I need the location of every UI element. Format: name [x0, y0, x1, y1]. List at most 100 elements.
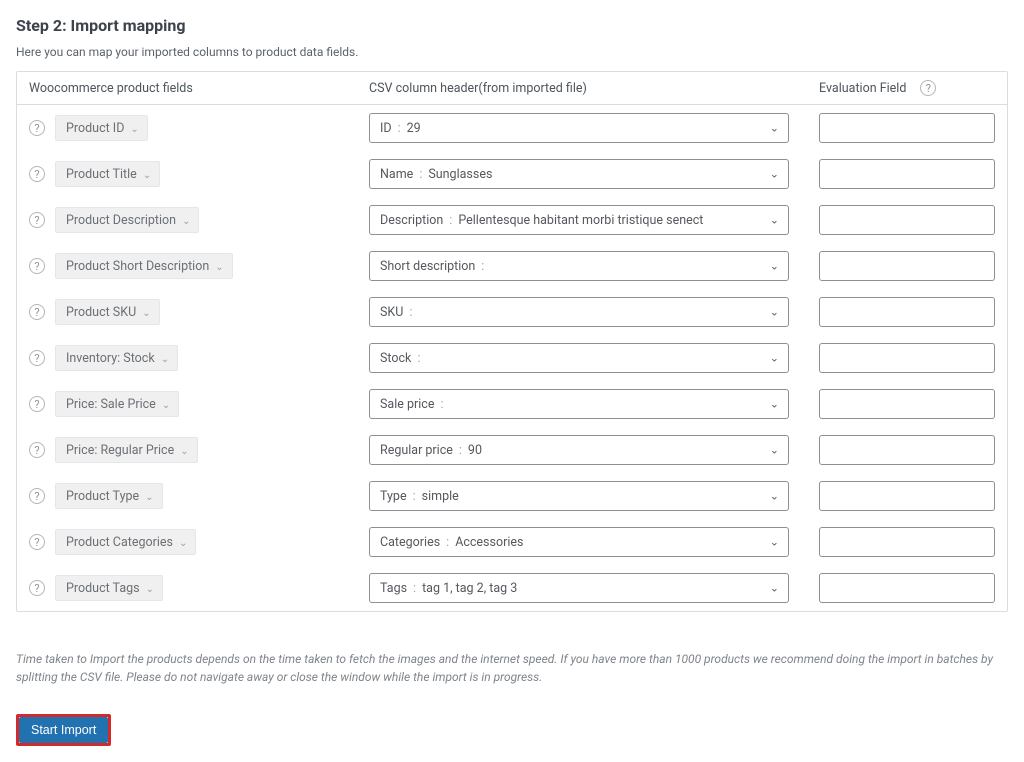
separator: :	[449, 213, 452, 228]
evaluation-field-input[interactable]	[819, 389, 995, 419]
intro-text: Here you can map your imported columns t…	[16, 45, 1008, 59]
separator: :	[481, 259, 484, 274]
evaluation-field-input[interactable]	[819, 343, 995, 373]
csv-column-value: 29	[407, 121, 421, 136]
csv-column-label: ID	[380, 121, 392, 136]
evaluation-field-input[interactable]	[819, 527, 995, 557]
product-field-label: Inventory: Stock	[66, 351, 155, 366]
table-row: ? Price: Regular Price ⌄ Regular price :…	[17, 427, 1007, 473]
help-icon[interactable]: ?	[29, 396, 45, 412]
help-icon[interactable]: ?	[920, 80, 936, 96]
csv-column-select[interactable]: Tags : tag 1, tag 2, tag 3 ⌄	[369, 573, 789, 603]
table-row: ? Product Description ⌄ Description : Pe…	[17, 197, 1007, 243]
product-field-select[interactable]: Product Type ⌄	[55, 483, 163, 509]
separator: :	[413, 489, 416, 504]
separator: :	[459, 443, 462, 458]
help-icon[interactable]: ?	[29, 304, 45, 320]
chevron-down-icon: ⌄	[182, 216, 190, 227]
table-row: ? Product SKU ⌄ SKU : ⌄	[17, 289, 1007, 335]
product-field-label: Price: Sale Price	[66, 397, 156, 412]
csv-column-value: Pellentesque habitant morbi tristique se…	[458, 213, 703, 228]
table-row: ? Product Short Description ⌄ Short desc…	[17, 243, 1007, 289]
chevron-down-icon: ⌄	[146, 584, 154, 595]
csv-column-select[interactable]: Sale price : ⌄	[369, 389, 789, 419]
help-icon[interactable]: ?	[29, 442, 45, 458]
start-import-highlight: Start Import	[16, 714, 111, 746]
csv-column-value: Accessories	[455, 535, 523, 550]
help-icon[interactable]: ?	[29, 580, 45, 596]
product-field-select[interactable]: Product Description ⌄	[55, 207, 199, 233]
separator: :	[409, 305, 412, 320]
help-icon[interactable]: ?	[29, 350, 45, 366]
csv-column-label: Stock	[380, 351, 411, 366]
product-field-label: Product Description	[66, 213, 176, 228]
chevron-down-icon: ⌄	[179, 538, 187, 549]
help-icon[interactable]: ?	[29, 258, 45, 274]
header-csv: CSV column header(from imported file)	[369, 81, 819, 96]
step-title: Step 2: Import mapping	[16, 16, 1008, 35]
table-row: ? Product Categories ⌄ Categories : Acce…	[17, 519, 1007, 565]
help-icon[interactable]: ?	[29, 120, 45, 136]
evaluation-field-input[interactable]	[819, 113, 995, 143]
evaluation-field-input[interactable]	[819, 481, 995, 511]
table-row: ? Inventory: Stock ⌄ Stock : ⌄	[17, 335, 1007, 381]
evaluation-field-input[interactable]	[819, 297, 995, 327]
csv-column-select[interactable]: Categories : Accessories ⌄	[369, 527, 789, 557]
table-row: ? Product ID ⌄ ID : 29 ⌄	[17, 105, 1007, 151]
help-icon[interactable]: ?	[29, 534, 45, 550]
evaluation-field-input[interactable]	[819, 205, 995, 235]
csv-column-select[interactable]: Type : simple ⌄	[369, 481, 789, 511]
product-field-select[interactable]: Product SKU ⌄	[55, 299, 160, 325]
chevron-down-icon: ⌄	[143, 170, 151, 181]
csv-column-select[interactable]: ID : 29 ⌄	[369, 113, 789, 143]
product-field-select[interactable]: Price: Regular Price ⌄	[55, 437, 198, 463]
start-import-button[interactable]: Start Import	[19, 717, 108, 743]
csv-column-select[interactable]: Regular price : 90 ⌄	[369, 435, 789, 465]
table-row: ? Product Type ⌄ Type : simple ⌄	[17, 473, 1007, 519]
separator: :	[446, 535, 449, 550]
csv-column-select[interactable]: SKU : ⌄	[369, 297, 789, 327]
product-field-label: Product ID	[66, 121, 124, 136]
csv-column-value: simple	[422, 489, 459, 504]
help-icon[interactable]: ?	[29, 166, 45, 182]
csv-column-label: Categories	[380, 535, 440, 550]
separator: :	[413, 581, 416, 596]
csv-column-select[interactable]: Short description : ⌄	[369, 251, 789, 281]
product-field-select[interactable]: Product ID ⌄	[55, 115, 148, 141]
product-field-select[interactable]: Product Short Description ⌄	[55, 253, 233, 279]
csv-column-select[interactable]: Description : Pellentesque habitant morb…	[369, 205, 789, 235]
mapping-table: Woocommerce product fields CSV column he…	[16, 71, 1008, 612]
product-field-label: Product SKU	[66, 305, 136, 320]
import-note: Time taken to Import the products depend…	[16, 650, 1008, 686]
header-eval: Evaluation Field	[819, 81, 906, 96]
csv-column-label: SKU	[380, 305, 403, 320]
product-field-select[interactable]: Product Tags ⌄	[55, 575, 163, 601]
product-field-label: Product Short Description	[66, 259, 209, 274]
csv-column-label: Description	[380, 213, 443, 228]
evaluation-field-input[interactable]	[819, 251, 995, 281]
product-field-select[interactable]: Product Title ⌄	[55, 161, 160, 187]
table-row: ? Price: Sale Price ⌄ Sale price : ⌄	[17, 381, 1007, 427]
chevron-down-icon: ⌄	[162, 400, 170, 411]
csv-column-label: Name	[380, 167, 413, 182]
table-row: ? Product Tags ⌄ Tags : tag 1, tag 2, ta…	[17, 565, 1007, 611]
help-icon[interactable]: ?	[29, 488, 45, 504]
separator: :	[417, 351, 420, 366]
header-field: Woocommerce product fields	[29, 81, 369, 96]
evaluation-field-input[interactable]	[819, 159, 995, 189]
csv-column-value: tag 1, tag 2, tag 3	[422, 581, 517, 596]
product-field-select[interactable]: Inventory: Stock ⌄	[55, 345, 178, 371]
chevron-down-icon: ⌄	[161, 354, 169, 365]
csv-column-select[interactable]: Stock : ⌄	[369, 343, 789, 373]
product-field-select[interactable]: Price: Sale Price ⌄	[55, 391, 179, 417]
evaluation-field-input[interactable]	[819, 435, 995, 465]
csv-column-label: Short description	[380, 259, 475, 274]
separator: :	[440, 397, 443, 412]
product-field-select[interactable]: Product Categories ⌄	[55, 529, 196, 555]
chevron-down-icon: ⌄	[142, 308, 150, 319]
csv-column-select[interactable]: Name : Sunglasses ⌄	[369, 159, 789, 189]
csv-column-label: Tags	[380, 581, 407, 596]
evaluation-field-input[interactable]	[819, 573, 995, 603]
help-icon[interactable]: ?	[29, 212, 45, 228]
csv-column-label: Regular price	[380, 443, 453, 458]
